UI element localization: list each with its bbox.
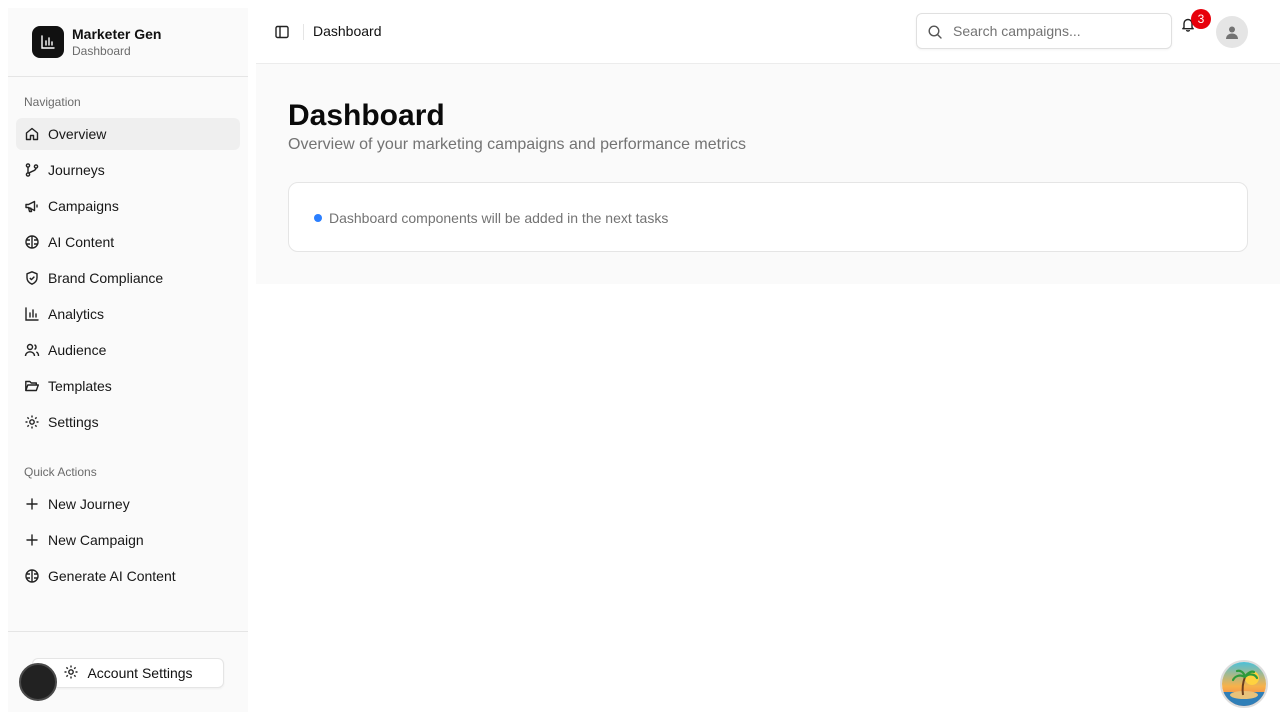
sidebar-item-brand-compliance[interactable]: Brand Compliance	[16, 262, 240, 294]
breadcrumb-title: Dashboard	[313, 23, 382, 39]
quick-actions-list: New Journey New Campaign Generate AI Con…	[8, 488, 248, 596]
nav-group-label: Navigation	[24, 95, 81, 109]
floating-assistant-button[interactable]	[1220, 660, 1268, 708]
gear-icon	[24, 414, 40, 430]
gear-icon	[63, 664, 79, 683]
page-title: Dashboard	[288, 99, 445, 132]
sidebar-item-label: Campaigns	[48, 198, 119, 214]
sidebar-item-label: Templates	[48, 378, 112, 394]
sidebar-item-label: Audience	[48, 342, 107, 358]
sidebar-item-label: Brand Compliance	[48, 270, 164, 286]
quick-action-label: New Journey	[48, 496, 130, 512]
sidebar-item-label: Settings	[48, 414, 99, 430]
brain-icon	[24, 568, 40, 584]
account-settings-button[interactable]: Account Settings	[32, 658, 224, 688]
quick-action-label: New Campaign	[48, 532, 144, 548]
sidebar-item-overview[interactable]: Overview	[16, 118, 240, 150]
quick-action-label: Generate AI Content	[48, 568, 176, 584]
sidebar-item-ai-content[interactable]: AI Content	[16, 226, 240, 258]
brain-icon	[24, 234, 40, 250]
sidebar: Marketer Gen Dashboard Navigation Overvi…	[8, 8, 248, 712]
generate-ai-content-button[interactable]: Generate AI Content	[16, 560, 240, 592]
page-subtitle: Overview of your marketing campaigns and…	[288, 136, 746, 153]
home-icon	[24, 126, 40, 142]
plus-icon	[24, 532, 40, 548]
shield-check-icon	[24, 270, 40, 286]
nav-list: Overview Journeys Campaigns AI Content B…	[8, 118, 248, 442]
bar-chart-icon	[24, 306, 40, 322]
avatar[interactable]	[1216, 16, 1248, 48]
sidebar-item-label: Analytics	[48, 306, 105, 322]
search-input[interactable]	[953, 14, 1163, 48]
sidebar-item-analytics[interactable]: Analytics	[16, 298, 240, 330]
search-icon	[927, 24, 943, 45]
sidebar-item-audience[interactable]: Audience	[16, 334, 240, 366]
folder-open-icon	[24, 378, 40, 394]
new-campaign-button[interactable]: New Campaign	[16, 524, 240, 556]
island-sunset-icon	[1222, 662, 1266, 706]
dev-tools-toggle[interactable]	[19, 663, 57, 701]
search-box[interactable]	[916, 13, 1172, 49]
new-journey-button[interactable]: New Journey	[16, 488, 240, 520]
sidebar-item-settings[interactable]: Settings	[16, 406, 240, 438]
sidebar-item-campaigns[interactable]: Campaigns	[16, 190, 240, 222]
brand-subtitle: Dashboard	[72, 44, 131, 58]
main-content: Dashboard Overview of your marketing cam…	[256, 64, 1280, 284]
plus-icon	[24, 496, 40, 512]
quick-actions-label: Quick Actions	[24, 465, 97, 479]
sidebar-item-journeys[interactable]: Journeys	[16, 154, 240, 186]
top-header: Dashboard 3	[256, 0, 1280, 64]
notice-message: Dashboard components will be added in th…	[329, 210, 669, 226]
sidebar-item-label: AI Content	[48, 234, 115, 250]
brand-header[interactable]: Marketer Gen Dashboard	[8, 8, 248, 77]
status-dot	[314, 214, 322, 222]
git-branch-icon	[24, 162, 40, 178]
header-divider	[303, 24, 304, 40]
sidebar-toggle-icon[interactable]	[274, 24, 290, 40]
notification-badge: 3	[1191, 9, 1211, 29]
megaphone-icon	[24, 198, 40, 214]
bar-chart-logo-icon	[32, 26, 64, 58]
notice-card: Dashboard components will be added in th…	[288, 182, 1248, 252]
brand-title: Marketer Gen	[72, 26, 162, 42]
sidebar-item-label: Journeys	[48, 162, 105, 178]
account-settings-label: Account Settings	[87, 665, 193, 681]
users-icon	[24, 342, 40, 358]
sidebar-item-templates[interactable]: Templates	[16, 370, 240, 402]
sidebar-item-label: Overview	[48, 126, 107, 142]
user-icon	[1226, 26, 1238, 39]
